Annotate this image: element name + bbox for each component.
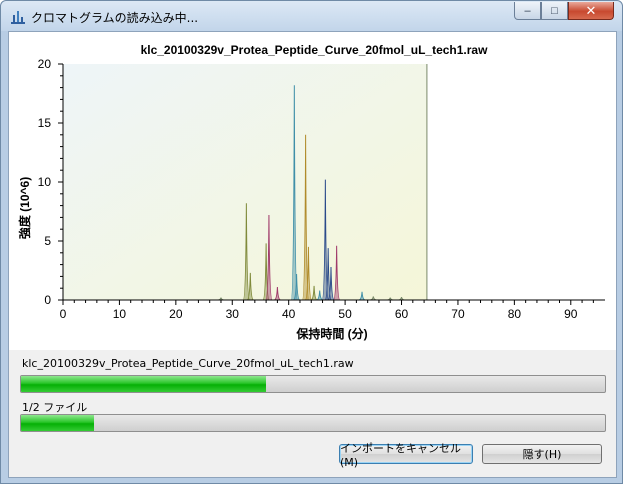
- app-icon: [11, 11, 25, 24]
- window-title: クロマトグラムの読み込み中...: [31, 11, 199, 25]
- x-tick-label: 90: [564, 307, 578, 321]
- file-progress-bar: [20, 375, 606, 393]
- y-tick-label: 0: [44, 293, 51, 307]
- overall-progress-fill: [21, 415, 94, 431]
- chromatogram-svg: klc_20100329v_Protea_Peptide_Curve_20fmo…: [17, 43, 605, 341]
- x-tick-label: 70: [451, 307, 465, 321]
- x-tick-label: 40: [282, 307, 296, 321]
- cancel-import-button[interactable]: インポートをキャンセル(M): [339, 442, 473, 469]
- y-tick-label: 20: [38, 57, 52, 71]
- y-tick-label: 15: [38, 116, 52, 130]
- title-bar[interactable]: クロマトグラムの読み込み中... – □ ✕: [1, 1, 622, 31]
- x-tick-label: 0: [60, 307, 67, 321]
- close-button[interactable]: ✕: [568, 2, 614, 20]
- y-tick-label: 10: [38, 175, 52, 189]
- minimize-button[interactable]: –: [514, 2, 541, 20]
- y-axis-label: 強度 (10^6): [17, 177, 32, 239]
- x-tick-label: 30: [226, 307, 240, 321]
- x-tick-label: 10: [113, 307, 127, 321]
- chart-title: klc_20100329v_Protea_Peptide_Curve_20fmo…: [141, 43, 489, 57]
- hide-button[interactable]: 隠す(H): [482, 444, 602, 464]
- overall-progress-bar: [20, 414, 606, 432]
- y-tick-label: 5: [44, 234, 51, 248]
- maximize-button[interactable]: □: [541, 2, 568, 20]
- import-dialog-window: クロマトグラムの読み込み中... – □ ✕ klc_20100329v_Pro…: [0, 0, 623, 484]
- minimize-icon: –: [524, 4, 531, 17]
- x-axis-label: 保持時間 (分): [295, 326, 367, 341]
- x-tick-label: 20: [169, 307, 183, 321]
- maximize-icon: □: [551, 4, 558, 17]
- current-file-label: klc_20100329v_Protea_Peptide_Curve_20fmo…: [22, 357, 354, 370]
- file-progress-fill: [21, 376, 267, 392]
- file-count-label: 1/2 ファイル: [22, 401, 88, 414]
- x-tick-label: 60: [395, 307, 409, 321]
- x-tick-label: 50: [338, 307, 352, 321]
- chromatogram-chart: klc_20100329v_Protea_Peptide_Curve_20fmo…: [9, 32, 616, 350]
- close-icon: ✕: [585, 2, 597, 18]
- x-tick-label: 80: [508, 307, 522, 321]
- dialog-client-area: klc_20100329v_Protea_Peptide_Curve_20fmo…: [8, 31, 617, 478]
- loaded-region: [63, 64, 427, 300]
